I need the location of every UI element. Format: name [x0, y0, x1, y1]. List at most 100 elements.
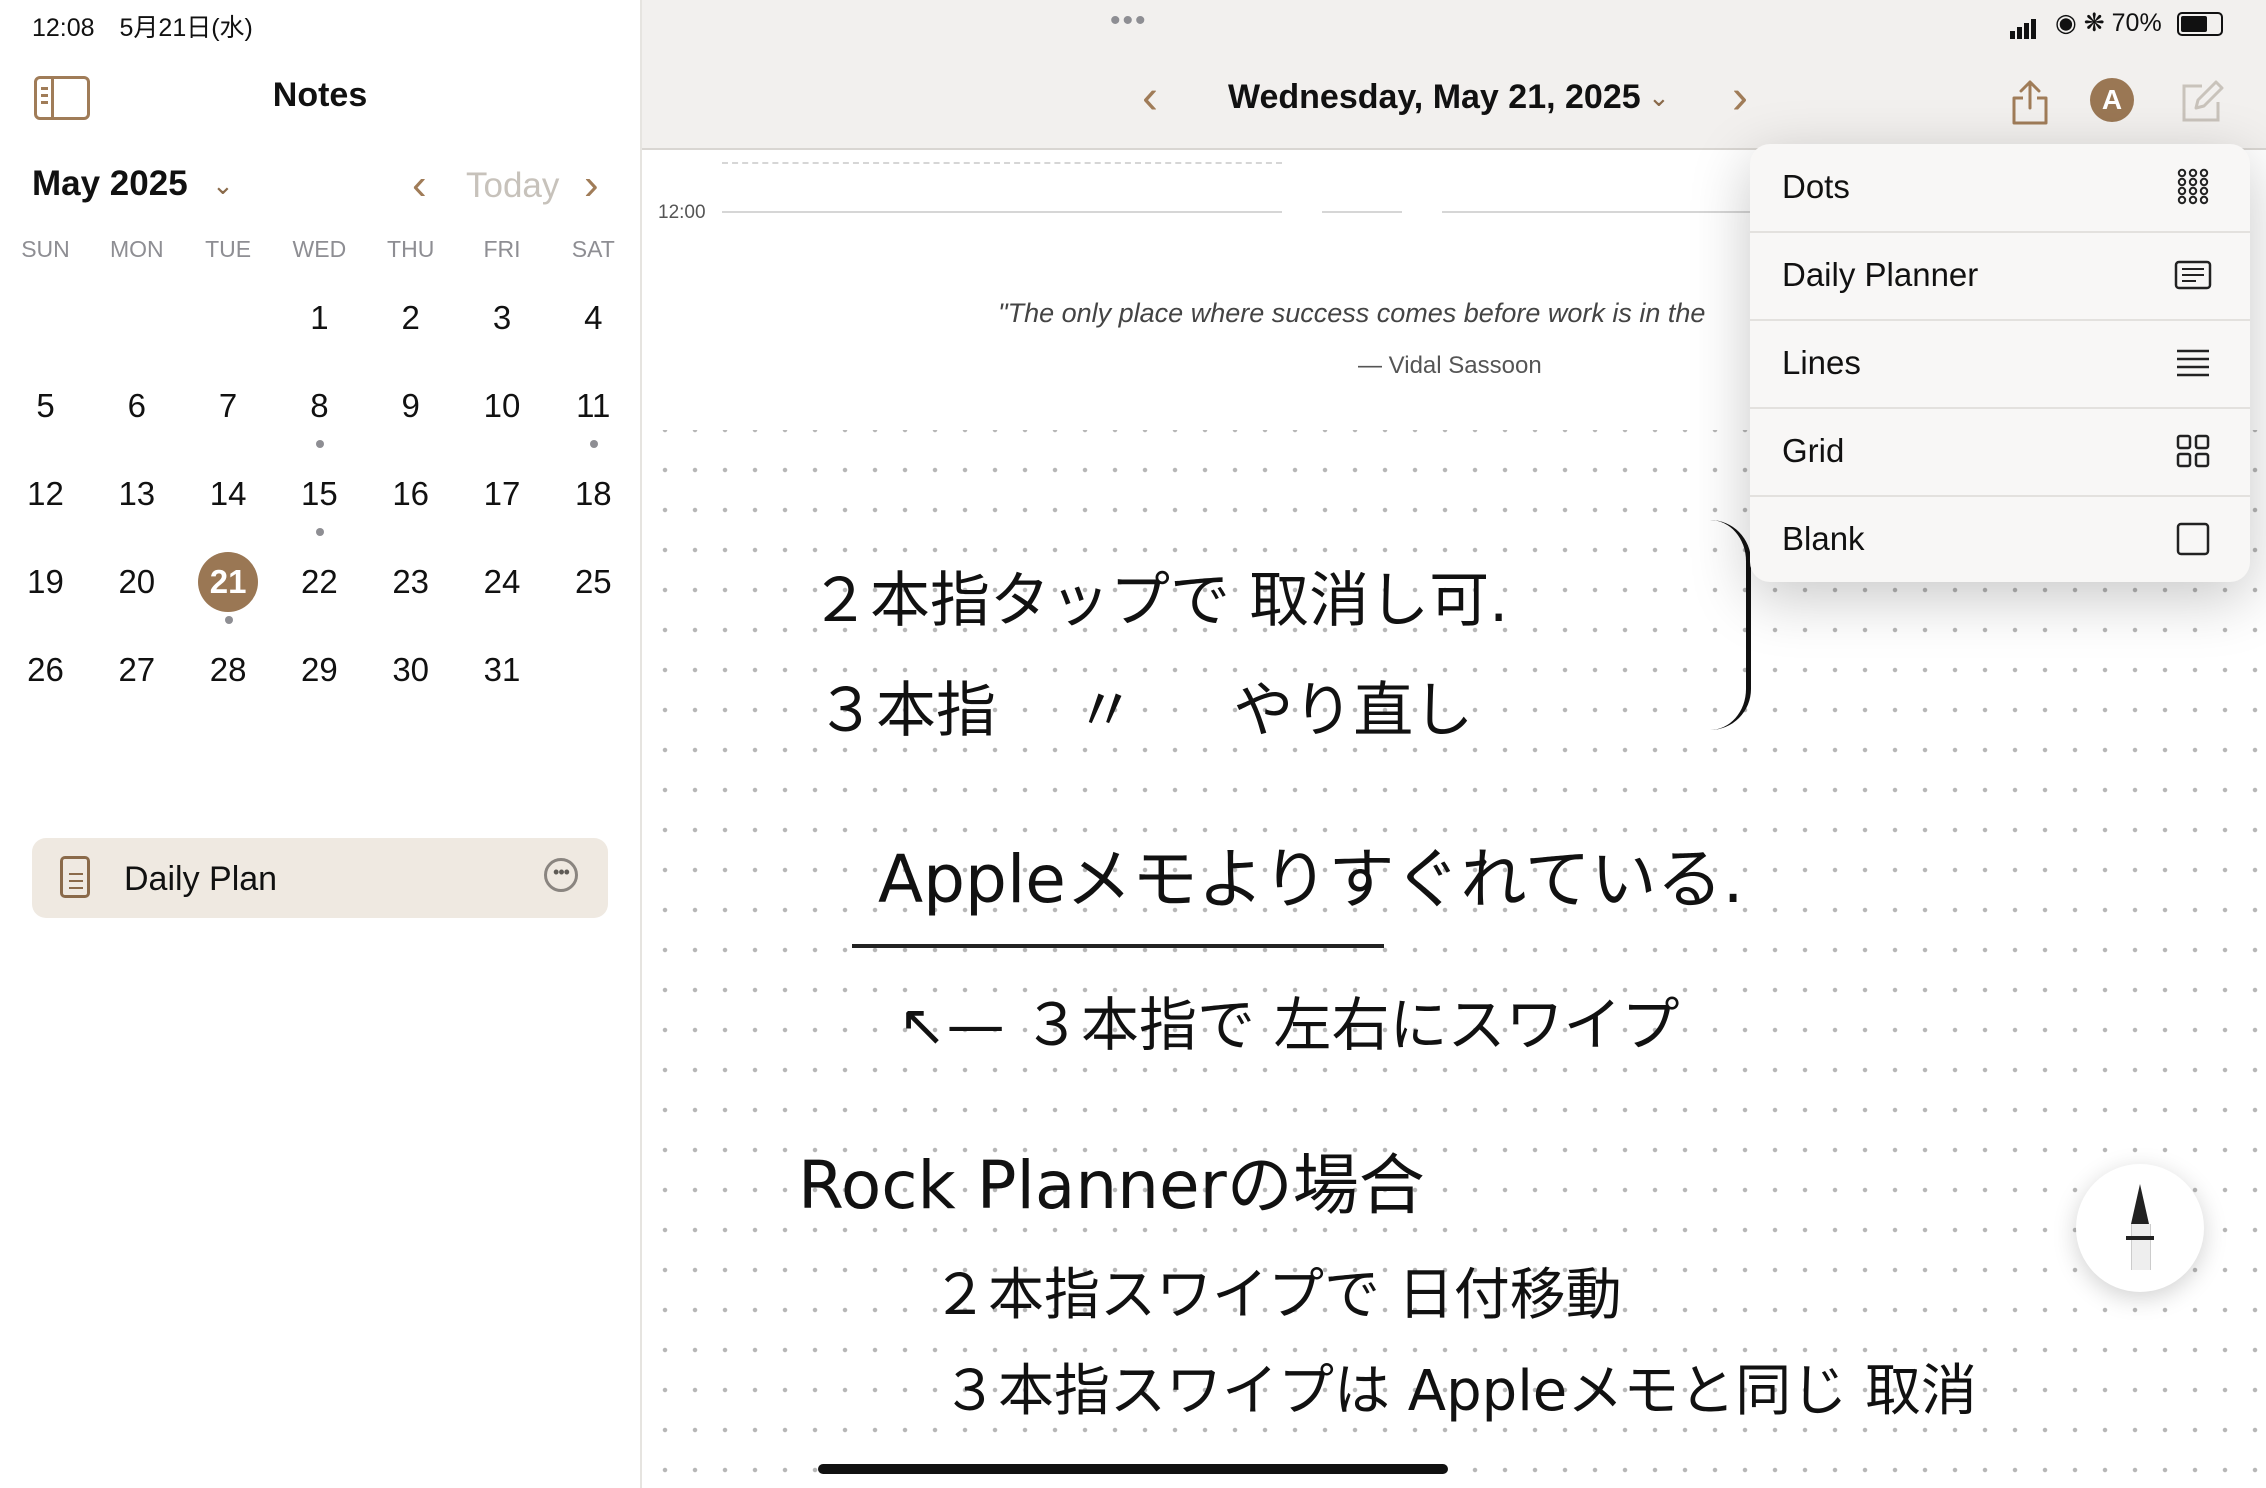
- divider: [722, 162, 1282, 164]
- day-number: 21: [198, 552, 259, 612]
- chevron-left-icon[interactable]: ‹: [412, 160, 427, 210]
- date-title[interactable]: Wednesday, May 21, 2025: [1228, 78, 1641, 117]
- calendar-day-28[interactable]: 28: [183, 632, 274, 720]
- calendar-day-30[interactable]: 30: [365, 632, 456, 720]
- previous-day-chevron-icon[interactable]: ‹: [1142, 70, 1158, 125]
- next-day-chevron-icon[interactable]: ›: [1732, 70, 1748, 125]
- weekday-label: FRI: [483, 236, 521, 262]
- calendar-day-27[interactable]: 27: [91, 632, 182, 720]
- focus-icon: ❋: [2083, 9, 2105, 37]
- calendar-day-26[interactable]: 26: [0, 632, 91, 720]
- sidebar: 12:08 5月21日(水) Notes May 2025 ⌄ ‹ Today …: [0, 0, 642, 1488]
- weekday-header: SUN MON TUE WED THU FRI SAT: [0, 236, 640, 270]
- weekday-label: SUN: [21, 236, 70, 262]
- multitasking-dots-icon[interactable]: •••: [1110, 4, 1148, 38]
- wifi-icon: ◉: [2054, 9, 2077, 37]
- share-icon[interactable]: [2010, 78, 2050, 126]
- calendar-day-7[interactable]: 7: [183, 368, 274, 456]
- calendar-day-13[interactable]: 13: [91, 456, 182, 544]
- handwriting-line: ↖— ３本指で 左右にスワイプ: [898, 991, 1680, 1059]
- day-number: 12: [27, 475, 64, 512]
- calendar-day-20[interactable]: 20: [91, 544, 182, 632]
- calendar-day-15[interactable]: 15: [274, 456, 365, 544]
- day-number: 29: [301, 651, 338, 688]
- calendar-day-31[interactable]: 31: [457, 632, 548, 720]
- avatar[interactable]: A: [2090, 78, 2134, 122]
- menu-item-blank[interactable]: Blank: [1750, 496, 2250, 583]
- pen-icon: [2131, 1224, 2151, 1270]
- quote-author: — Vidal Sassoon: [1358, 352, 1542, 379]
- handwriting-line: Appleメモよりすぐれている.: [878, 841, 1744, 918]
- menu-item-dots[interactable]: Dots: [1750, 144, 2250, 233]
- handwriting-line: Rock Plannerの場合: [798, 1147, 1425, 1224]
- compose-icon[interactable]: [2180, 80, 2224, 124]
- handwriting-line: ３本指 〃 やり直し: [816, 676, 1474, 746]
- today-button[interactable]: Today: [466, 166, 559, 206]
- day-number: 6: [127, 387, 146, 424]
- has-note-indicator: [224, 616, 233, 624]
- calendar-day-8[interactable]: 8: [274, 368, 365, 456]
- day-number: 1: [310, 299, 329, 336]
- calendar-day-19[interactable]: 19: [0, 544, 91, 632]
- day-number: 7: [218, 387, 238, 424]
- chevron-down-icon[interactable]: ⌄: [212, 170, 234, 201]
- day-number: 27: [118, 651, 156, 688]
- day-number: 4: [584, 299, 603, 336]
- calendar-day-25[interactable]: 25: [548, 544, 639, 632]
- weekday-label: MON: [109, 236, 164, 262]
- calendar-day-29[interactable]: 29: [274, 632, 365, 720]
- weekday-label: TUE: [205, 236, 252, 262]
- menu-item-grid[interactable]: Grid: [1750, 408, 2250, 497]
- menu-item-label: Dots: [1782, 168, 1850, 205]
- dots-icon: [2174, 168, 2212, 206]
- handwriting-line: ２本指タップで 取消し可.: [810, 566, 1509, 636]
- calendar-day-12[interactable]: 12: [0, 456, 91, 544]
- chevron-right-icon[interactable]: ›: [584, 160, 599, 210]
- home-indicator[interactable]: [818, 1464, 1448, 1474]
- menu-item-lines[interactable]: Lines: [1750, 320, 2250, 409]
- day-number: 31: [483, 651, 521, 688]
- calendar-grid: 1 2 3 4 5 6 7 8 9 10 11 12 13 14 15 16 17 18 19 20 21 22 23 24 2…: [0, 280, 640, 720]
- pen-band: [2126, 1236, 2154, 1240]
- calendar-day-1[interactable]: 1: [274, 280, 365, 368]
- calendar-day-11[interactable]: 11: [548, 368, 639, 456]
- calendar-day-5[interactable]: 5: [0, 368, 91, 456]
- calendar-day-4[interactable]: 4: [548, 280, 639, 368]
- note-item-daily-plan[interactable]: Daily Plan •••: [32, 838, 608, 918]
- calendar-day-16[interactable]: 16: [365, 456, 456, 544]
- day-number: 8: [310, 387, 329, 424]
- calendar-day-24[interactable]: 24: [457, 544, 548, 632]
- pen-tool-button[interactable]: [2076, 1164, 2204, 1292]
- calendar-day-2[interactable]: 2: [365, 280, 456, 368]
- time-label: 12:00: [658, 202, 706, 223]
- calendar-day-22[interactable]: 22: [274, 544, 365, 632]
- status-bar-right: ◉ ❋ 70%: [2010, 8, 2223, 39]
- day-number: 16: [392, 475, 430, 512]
- day-number: 3: [492, 299, 512, 336]
- menu-item-daily-planner[interactable]: Daily Planner: [1750, 232, 2250, 321]
- day-number: 11: [576, 387, 611, 424]
- day-number: 9: [401, 387, 420, 424]
- calendar-day-23[interactable]: 23: [365, 544, 456, 632]
- calendar-day-14[interactable]: 14: [183, 456, 274, 544]
- handwriting-line: ２本指スワイプで 日付移動: [932, 1263, 1622, 1328]
- calendar-day-21[interactable]: 21: [183, 544, 274, 632]
- day-number: 30: [392, 651, 430, 688]
- handwritten-underline: [852, 944, 1384, 948]
- calendar-day-10[interactable]: 10: [457, 368, 548, 456]
- more-options-icon[interactable]: •••: [544, 858, 578, 892]
- time-line: [1322, 211, 1402, 213]
- sidebar-title: Notes: [272, 76, 368, 114]
- calendar-day-6[interactable]: 6: [91, 368, 182, 456]
- status-time: 12:08: [32, 14, 95, 42]
- calendar-day-3[interactable]: 3: [457, 280, 548, 368]
- quote-text: "The only place where success comes befo…: [998, 298, 1706, 328]
- time-line: [722, 211, 1282, 213]
- calendar-day-18[interactable]: 18: [548, 456, 639, 544]
- calendar-day-17[interactable]: 17: [457, 456, 548, 544]
- month-label[interactable]: May 2025: [32, 164, 188, 204]
- page-template-menu: Dots Daily Planner Lines Grid Blank: [1750, 144, 2250, 582]
- day-number: 17: [483, 475, 521, 512]
- chevron-down-icon[interactable]: ⌄: [1648, 82, 1670, 113]
- calendar-day-9[interactable]: 9: [365, 368, 456, 456]
